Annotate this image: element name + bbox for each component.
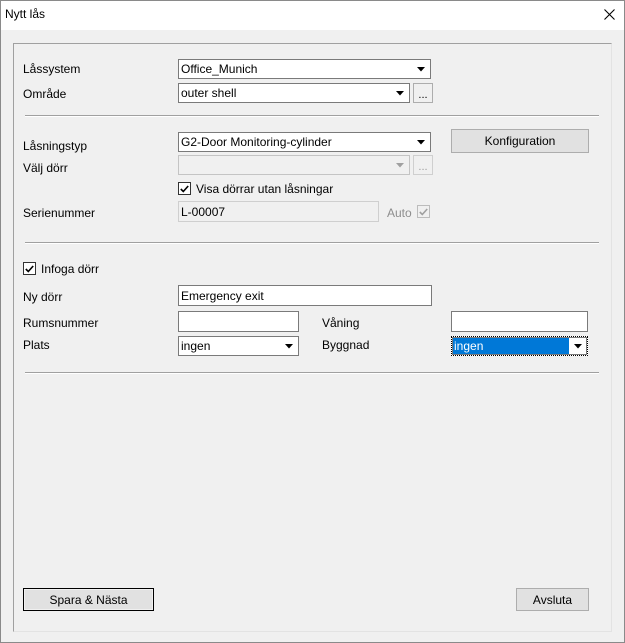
serial-label: Serienummer bbox=[23, 206, 96, 220]
door-select[interactable] bbox=[178, 155, 410, 175]
room-number-field[interactable] bbox=[178, 311, 299, 332]
location-label: Plats bbox=[23, 338, 50, 352]
area-value: outer shell bbox=[181, 86, 237, 100]
close-button[interactable] bbox=[594, 1, 624, 30]
chevron-down-icon[interactable] bbox=[570, 338, 586, 354]
location-value: ingen bbox=[181, 339, 211, 353]
lock-system-value: Office_Munich bbox=[181, 62, 258, 76]
building-label: Byggnad bbox=[322, 338, 370, 352]
close-icon bbox=[603, 8, 615, 23]
door-label: Välj dörr bbox=[23, 161, 68, 175]
area-select[interactable]: outer shell bbox=[178, 83, 410, 103]
checkmark-icon bbox=[180, 182, 189, 196]
chevron-down-icon[interactable] bbox=[392, 157, 408, 173]
separator bbox=[25, 372, 599, 374]
auto-checkbox[interactable] bbox=[417, 205, 430, 218]
new-door-field[interactable]: Emergency exit bbox=[178, 285, 432, 306]
floor-field[interactable] bbox=[451, 311, 588, 332]
save-next-button[interactable]: Spara & Nästa bbox=[23, 588, 154, 611]
chevron-down-icon[interactable] bbox=[413, 61, 429, 77]
area-browse-button[interactable]: ... bbox=[413, 83, 433, 103]
new-door-label: Ny dörr bbox=[23, 290, 63, 304]
chevron-down-icon[interactable] bbox=[392, 85, 408, 101]
show-doors-label: Visa dörrar utan låsningar bbox=[196, 182, 334, 196]
title-bar[interactable]: Nytt lås bbox=[1, 1, 624, 30]
serial-value: L-00007 bbox=[181, 205, 226, 219]
checkmark-icon bbox=[419, 205, 428, 219]
close-dialog-button[interactable]: Avsluta bbox=[516, 588, 589, 611]
lock-type-value: G2-Door Monitoring-cylinder bbox=[181, 135, 332, 149]
checkmark-icon bbox=[25, 262, 34, 276]
window-title: Nytt lås bbox=[5, 7, 46, 21]
auto-label: Auto bbox=[387, 206, 412, 220]
lock-type-select[interactable]: G2-Door Monitoring-cylinder bbox=[178, 132, 431, 152]
serial-field[interactable]: L-00007 bbox=[178, 201, 379, 222]
building-value: ingen bbox=[453, 338, 569, 354]
configuration-button[interactable]: Konfiguration bbox=[451, 129, 589, 153]
room-number-label: Rumsnummer bbox=[23, 316, 99, 330]
separator bbox=[25, 115, 599, 117]
floor-label: Våning bbox=[322, 316, 360, 330]
lock-system-label: Låssystem bbox=[23, 62, 81, 76]
insert-door-label: Infoga dörr bbox=[41, 262, 100, 276]
area-label: Område bbox=[23, 87, 67, 101]
insert-door-checkbox[interactable] bbox=[23, 262, 36, 275]
lock-type-label: Låsningstyp bbox=[23, 139, 88, 153]
separator bbox=[25, 242, 599, 244]
new-door-value: Emergency exit bbox=[181, 289, 264, 303]
dialog-window: Nytt lås Låssystem Office_Munich Område … bbox=[0, 0, 625, 643]
lock-system-select[interactable]: Office_Munich bbox=[178, 59, 431, 79]
location-select[interactable]: ingen bbox=[178, 336, 299, 356]
building-select[interactable]: ingen bbox=[451, 336, 588, 356]
chevron-down-icon[interactable] bbox=[413, 134, 429, 150]
chevron-down-icon[interactable] bbox=[281, 338, 297, 354]
show-doors-checkbox[interactable] bbox=[178, 182, 191, 195]
door-browse-button[interactable]: ... bbox=[413, 155, 433, 175]
